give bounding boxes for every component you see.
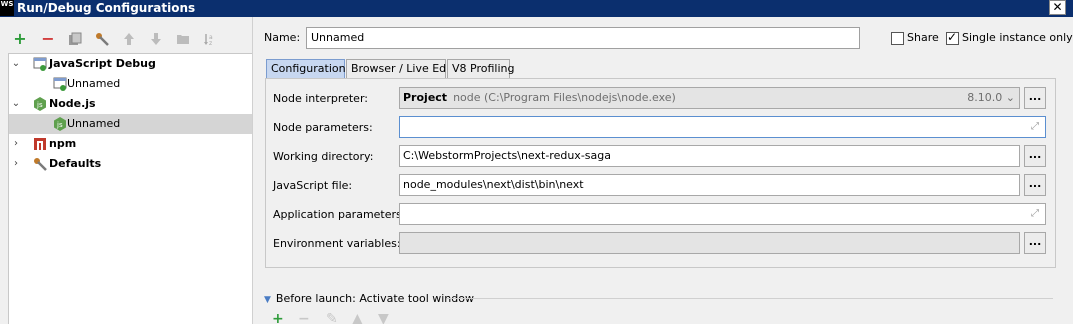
tab-configuration[interactable]: Configuration — [266, 59, 346, 79]
title-bar: WS Run/Debug Configurations ✕ — [0, 0, 1073, 17]
tree-item-label: Unnamed — [67, 117, 121, 130]
node-interpreter-browse-button[interactable]: ... — [1024, 87, 1046, 109]
environment-variables-input[interactable] — [399, 232, 1020, 254]
remove-icon[interactable]: − — [298, 312, 310, 324]
name-input[interactable]: Unnamed — [306, 27, 860, 49]
chevron-down-icon[interactable]: ⌄ — [11, 54, 21, 74]
folder-icon[interactable] — [173, 28, 193, 50]
move-up-icon[interactable]: ▲ — [352, 312, 363, 324]
move-up-icon[interactable] — [119, 28, 139, 50]
add-icon[interactable]: + — [10, 28, 30, 50]
close-button[interactable]: ✕ — [1049, 0, 1066, 15]
application-parameters-label: Application parameters: — [273, 208, 406, 221]
javascript-debug-icon — [53, 77, 67, 91]
webstorm-app-icon: WS — [0, 0, 14, 16]
tree-item-javascript-debug[interactable]: ⌄ JavaScript Debug — [9, 54, 253, 74]
move-down-icon[interactable]: ▼ — [378, 312, 389, 324]
config-toolbar: + − az — [0, 28, 252, 52]
tree-item-label: npm — [49, 137, 77, 150]
tree-item-defaults[interactable]: › Defaults — [9, 154, 253, 174]
remove-icon[interactable]: − — [38, 28, 58, 50]
environment-variables-browse-button[interactable]: ... — [1024, 232, 1046, 254]
config-tree: ⌄ JavaScript Debug Unnamed ⌄ js Node.js … — [8, 53, 253, 324]
working-directory-input[interactable]: C:\WebstormProjects\next-redux-saga — [399, 145, 1020, 167]
before-launch-header[interactable]: ▼ Before launch: Activate tool window — [264, 292, 474, 305]
javascript-debug-icon — [33, 57, 47, 71]
single-instance-label: Single instance only — [962, 31, 1073, 44]
node-interpreter-label: Node interpreter: — [273, 92, 368, 105]
javascript-file-browse-button[interactable]: ... — [1024, 174, 1046, 196]
window-title: Run/Debug Configurations — [17, 1, 196, 15]
tree-item-label: Defaults — [49, 157, 102, 170]
working-directory-label: Working directory: — [273, 150, 374, 163]
node-parameters-input[interactable]: ⤢ — [399, 116, 1046, 138]
node-parameters-label: Node parameters: — [273, 121, 373, 134]
application-parameters-input[interactable]: ⤢ — [399, 203, 1046, 225]
tree-item-javascript-debug-unnamed[interactable]: Unnamed — [9, 74, 253, 94]
single-instance-checkbox[interactable] — [946, 30, 959, 45]
svg-text:js: js — [56, 121, 63, 129]
chevron-down-icon[interactable]: ⌄ — [11, 94, 21, 114]
share-label: Share — [907, 31, 939, 44]
working-directory-browse-button[interactable]: ... — [1024, 145, 1046, 167]
tree-item-label: Node.js — [49, 97, 96, 110]
tree-item-label: Unnamed — [67, 77, 121, 90]
environment-variables-label: Environment variables: — [273, 237, 401, 250]
svg-text:z: z — [209, 40, 212, 46]
nodejs-icon: js — [53, 117, 67, 131]
tree-item-label: JavaScript Debug — [49, 57, 156, 70]
divider — [447, 298, 1053, 299]
chevron-right-icon[interactable]: › — [11, 154, 21, 174]
splitter[interactable] — [252, 17, 253, 324]
node-interpreter-select[interactable]: Project node (C:\Program Files\nodejs\nod… — [399, 87, 1020, 109]
chevron-right-icon[interactable]: › — [11, 134, 21, 154]
copy-icon[interactable] — [65, 28, 85, 50]
chevron-down-icon: ⌄ — [1005, 91, 1015, 104]
javascript-file-label: JavaScript file: — [273, 179, 353, 192]
npm-icon — [33, 137, 47, 151]
name-label: Name: — [264, 31, 301, 44]
wrench-icon — [33, 157, 47, 171]
add-icon[interactable]: + — [272, 312, 284, 324]
javascript-file-input[interactable]: node_modules\next\dist\bin\next — [399, 174, 1020, 196]
nodejs-icon: js — [33, 97, 47, 111]
tree-item-npm[interactable]: › npm — [9, 134, 253, 154]
tree-item-nodejs[interactable]: ⌄ js Node.js — [9, 94, 253, 114]
tab-browser-live-edit[interactable]: Browser / Live Edit — [346, 59, 454, 79]
expand-icon[interactable]: ⤢ — [1031, 208, 1042, 219]
move-down-icon[interactable] — [146, 28, 166, 50]
expand-icon[interactable]: ⤢ — [1031, 121, 1042, 132]
tree-item-nodejs-unnamed[interactable]: js Unnamed — [9, 114, 253, 134]
sort-az-icon[interactable]: az — [200, 28, 220, 50]
collapse-triangle-icon[interactable]: ▼ — [264, 295, 271, 305]
svg-text:js: js — [36, 101, 43, 109]
edit-icon[interactable]: ✎ — [326, 312, 338, 324]
wrench-icon[interactable] — [92, 28, 112, 50]
tab-v8-profiling[interactable]: V8 Profiling — [447, 59, 514, 79]
share-checkbox[interactable] — [891, 32, 904, 45]
